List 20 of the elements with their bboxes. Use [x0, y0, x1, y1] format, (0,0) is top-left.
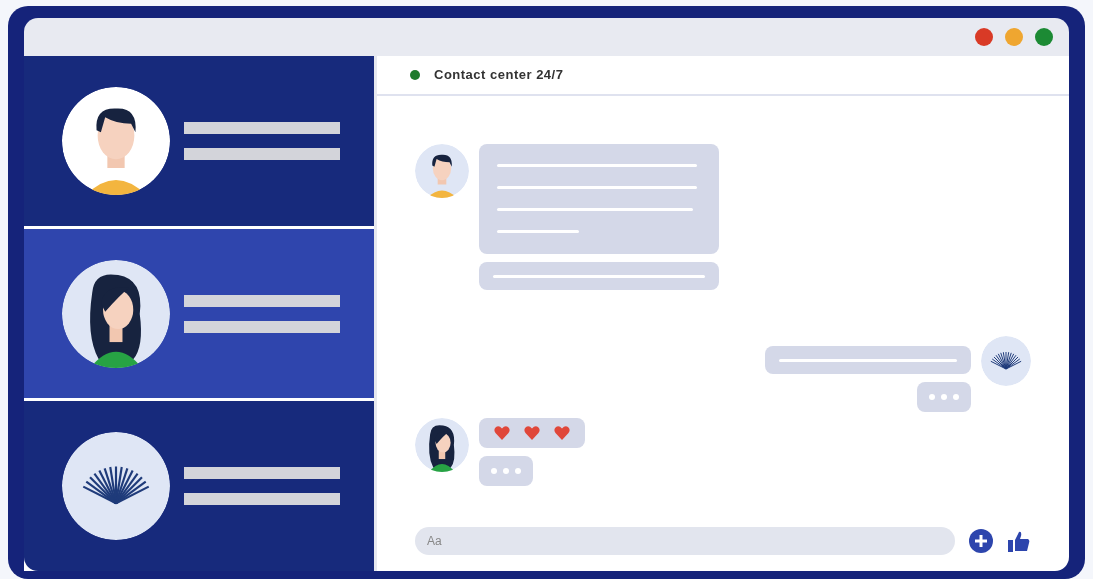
- typing-indicator: [479, 456, 533, 486]
- contact-item[interactable]: [24, 228, 374, 399]
- person-avatar-icon: [62, 259, 170, 368]
- maximize-icon[interactable]: [1035, 28, 1053, 46]
- person-avatar-icon: [415, 418, 469, 472]
- chat-title: Contact center 24/7: [434, 66, 564, 85]
- person-avatar-icon: [62, 86, 170, 195]
- contact-item[interactable]: [24, 56, 374, 226]
- message-input[interactable]: Aa: [415, 527, 955, 555]
- heart-icon: [554, 426, 570, 440]
- fan-logo-avatar-icon: [62, 432, 170, 541]
- typing-indicator: [917, 382, 971, 412]
- heart-icon: [524, 426, 540, 440]
- contact-item[interactable]: [24, 401, 374, 571]
- thumbs-up-icon[interactable]: [1007, 529, 1031, 553]
- fan-logo-avatar-icon: [981, 336, 1031, 386]
- close-icon[interactable]: [975, 28, 993, 46]
- plus-icon[interactable]: [969, 529, 993, 553]
- heart-icon: [494, 426, 510, 440]
- person-avatar-icon: [415, 144, 469, 198]
